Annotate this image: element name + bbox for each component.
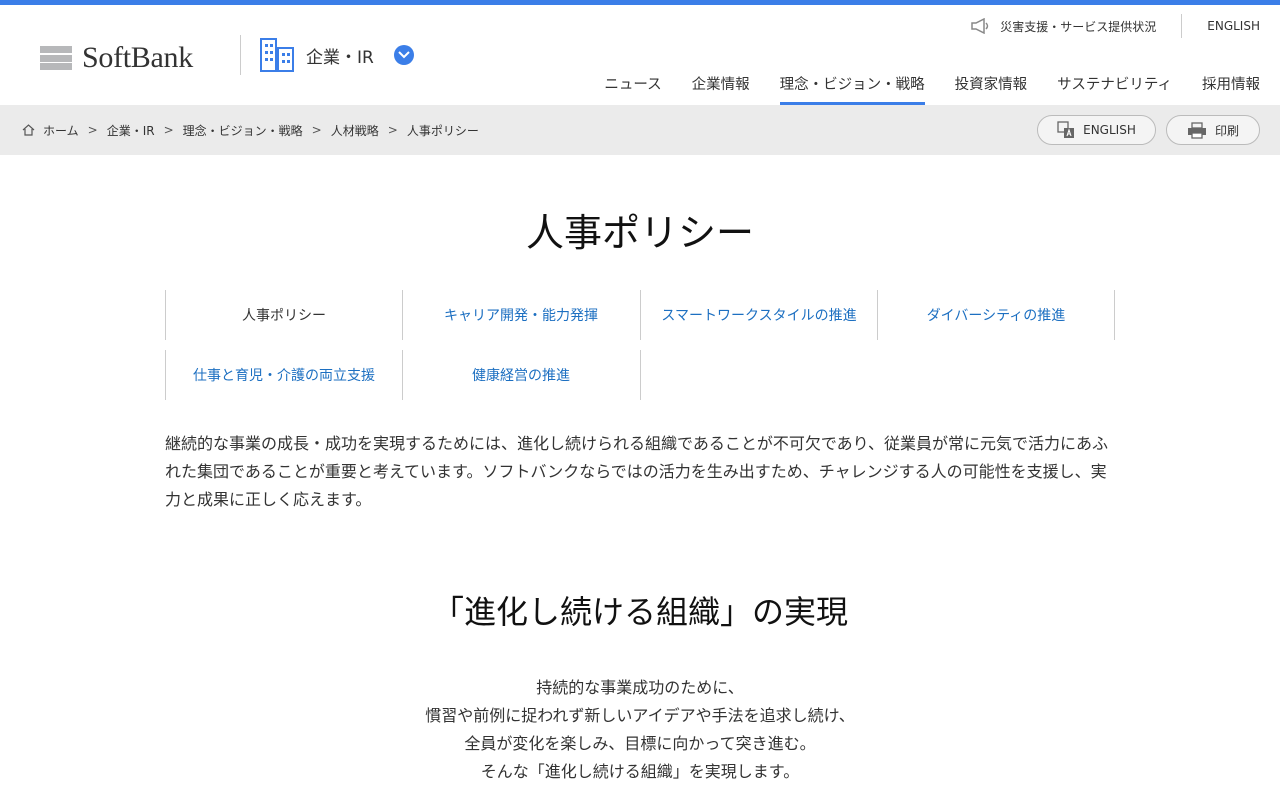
section-title: 「進化し続ける組織」の実現	[431, 593, 848, 631]
breadcrumb-separator: >	[87, 123, 98, 137]
gnav-sustainability[interactable]: サステナビリティ	[1057, 73, 1172, 105]
logo-mark-icon	[40, 46, 72, 70]
printer-icon	[1187, 121, 1206, 139]
section-statement: 持続的な事業成功のために、 慣習や前例に捉われず新しいアイデアや手法を追求し続け…	[0, 674, 1280, 786]
breadcrumb-home[interactable]: ホーム	[43, 122, 79, 139]
tab-career-development[interactable]: キャリア開発・能力発揮	[402, 290, 639, 340]
english-button[interactable]: ENGLISH	[1037, 115, 1156, 145]
gnav-philosophy[interactable]: 理念・ビジョン・戦略	[779, 73, 925, 105]
breadcrumb-hr-strategy[interactable]: 人材戦略	[331, 122, 379, 139]
breadcrumb-philosophy[interactable]: 理念・ビジョン・戦略	[183, 122, 303, 139]
english-link[interactable]: ENGLISH	[1207, 19, 1260, 33]
gnav-news[interactable]: ニュース	[604, 73, 661, 105]
english-button-label: ENGLISH	[1083, 123, 1136, 137]
statement-line: 慣習や前例に捉われず新しいアイデアや手法を追求し続け、	[425, 706, 855, 725]
breadcrumb-corporate-ir[interactable]: 企業・IR	[107, 122, 155, 139]
page-title: 人事ポリシー	[525, 211, 754, 255]
logo-text: SoftBank	[82, 41, 193, 74]
chevron-down-icon[interactable]	[393, 45, 414, 65]
statement-line: そんな「進化し続ける組織」を実現します。	[480, 762, 800, 781]
megaphone-icon	[971, 18, 989, 34]
gnav-corporate[interactable]: 企業情報	[692, 73, 750, 105]
breadcrumb-separator: >	[387, 123, 398, 137]
utility-divider	[1181, 14, 1183, 38]
header-divider	[240, 35, 241, 75]
breadcrumb-bar: ホーム > 企業・IR > 理念・ビジョン・戦略 > 人材戦略 > 人事ポリシー…	[0, 105, 1280, 155]
softbank-logo[interactable]: SoftBank	[40, 43, 193, 73]
disaster-support-link[interactable]: 災害支援・サービス提供状況	[970, 18, 1156, 35]
breadcrumb-separator: >	[163, 123, 174, 137]
breadcrumb: ホーム > 企業・IR > 理念・ビジョン・戦略 > 人材戦略 > 人事ポリシー	[22, 105, 479, 155]
print-button-label: 印刷	[1214, 123, 1239, 138]
statement-line: 持続的な事業成功のために、	[536, 678, 744, 697]
section-label: 企業・IR	[306, 47, 374, 68]
tab-hr-policy: 人事ポリシー	[165, 290, 402, 340]
tab-diversity[interactable]: ダイバーシティの推進	[877, 290, 1114, 340]
gnav-recruit[interactable]: 採用情報	[1202, 73, 1260, 105]
gnav-investors[interactable]: 投資家情報	[955, 73, 1028, 105]
intro-paragraph: 継続的な事業の成長・成功を実現するためには、進化し続けられる組織であることが不可…	[165, 434, 1109, 509]
tab-health-management[interactable]: 健康経営の推進	[402, 350, 639, 400]
home-icon	[22, 124, 35, 136]
tab-divider	[1114, 290, 1115, 340]
statement-line: 全員が変化を楽しみ、目標に向かって突き進む。	[464, 734, 816, 753]
tab-smart-workstyle[interactable]: スマートワークスタイルの推進	[640, 290, 877, 340]
section-switcher[interactable]: 企業・IR	[260, 38, 414, 72]
site-header: SoftBank 企業・IR 災害支援・サービス提供状況 ENGLISH ニュー…	[0, 5, 1280, 105]
tab-work-life-balance[interactable]: 仕事と育児・介護の両立支援	[165, 350, 402, 400]
breadcrumb-separator: >	[311, 123, 322, 137]
breadcrumb-current: 人事ポリシー	[406, 123, 479, 138]
global-nav: ニュース 企業情報 理念・ビジョン・戦略 投資家情報 サステナビリティ 採用情報	[574, 73, 1260, 105]
disaster-support-label: 災害支援・サービス提供状況	[1000, 19, 1157, 34]
print-button[interactable]: 印刷	[1166, 115, 1260, 145]
tab-empty-cell	[640, 350, 877, 400]
utility-nav: 災害支援・サービス提供状況 ENGLISH	[970, 14, 1260, 38]
translate-icon	[1057, 121, 1075, 138]
building-icon	[260, 38, 294, 72]
